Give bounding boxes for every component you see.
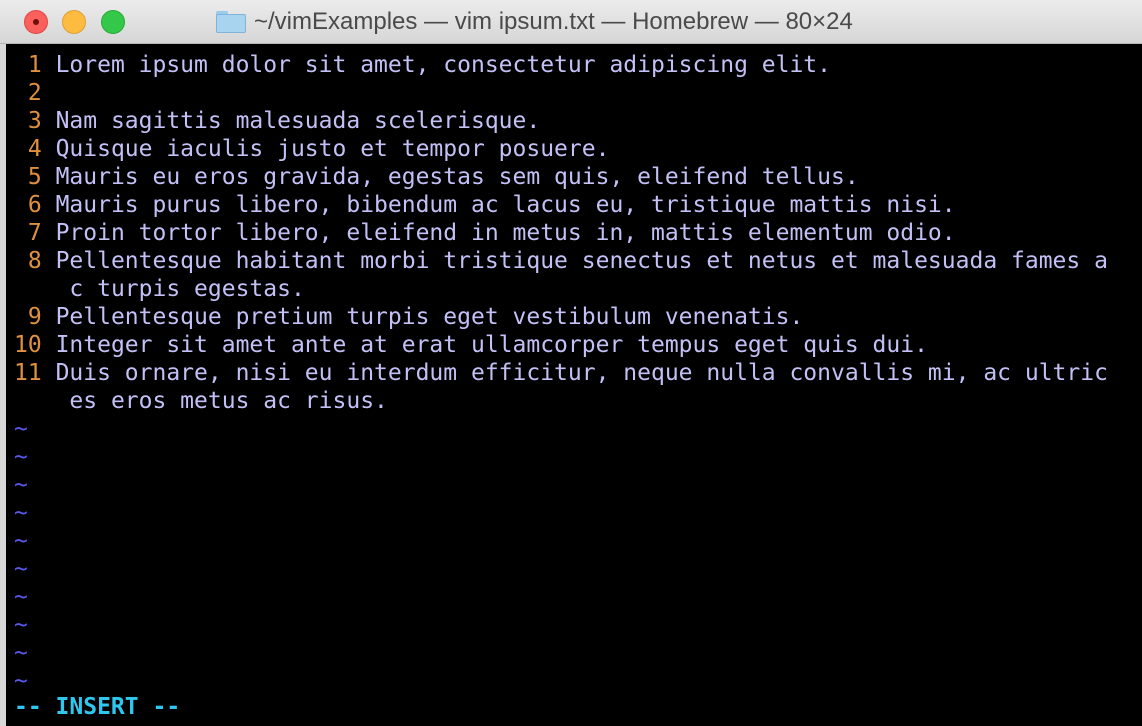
- tilde-marker: ~: [14, 584, 28, 610]
- editor-line[interactable]: 3 Nam sagittis malesuada scelerisque.: [14, 107, 1108, 135]
- line-text[interactable]: Duis ornare, nisi eu interdum efficitur,…: [56, 360, 1108, 386]
- empty-line-marker: ~: [14, 499, 1108, 527]
- tilde-marker: ~: [14, 444, 28, 470]
- terminal-view[interactable]: 1 Lorem ipsum dolor sit amet, consectetu…: [6, 44, 1142, 726]
- editor-line[interactable]: 6 Mauris purus libero, bibendum ac lacus…: [14, 191, 1108, 219]
- line-number: [14, 388, 56, 414]
- tilde-marker: ~: [14, 668, 28, 694]
- line-text[interactable]: Lorem ipsum dolor sit amet, consectetur …: [56, 52, 831, 78]
- line-number: 7: [14, 220, 42, 246]
- empty-line-marker: ~: [14, 639, 1108, 667]
- close-dot-icon: [33, 19, 39, 25]
- tilde-marker: ~: [14, 472, 28, 498]
- line-number: 4: [14, 136, 42, 162]
- editor-line[interactable]: 7 Proin tortor libero, eleifend in metus…: [14, 219, 1108, 247]
- line-number: 3: [14, 108, 42, 134]
- line-text[interactable]: Quisque iaculis justo et tempor posuere.: [56, 136, 610, 162]
- line-number: 6: [14, 192, 42, 218]
- tilde-marker: ~: [14, 528, 28, 554]
- editor-line[interactable]: 4 Quisque iaculis justo et tempor posuer…: [14, 135, 1108, 163]
- line-text[interactable]: Pellentesque pretium turpis eget vestibu…: [56, 304, 804, 330]
- line-text[interactable]: Proin tortor libero, eleifend in metus i…: [56, 220, 956, 246]
- tilde-marker: ~: [14, 556, 28, 582]
- line-text[interactable]: Pellentesque habitant morbi tristique se…: [56, 248, 1108, 274]
- line-text[interactable]: Mauris eu eros gravida, egestas sem quis…: [56, 164, 859, 190]
- empty-line-marker: ~: [14, 555, 1108, 583]
- editor-buffer[interactable]: 1 Lorem ipsum dolor sit amet, consectetu…: [14, 51, 1108, 695]
- tilde-marker: ~: [14, 612, 28, 638]
- line-text[interactable]: Mauris purus libero, bibendum ac lacus e…: [56, 192, 956, 218]
- folder-icon: [216, 11, 246, 33]
- close-button[interactable]: [24, 10, 48, 34]
- editor-line[interactable]: c turpis egestas.: [14, 275, 1108, 303]
- line-text[interactable]: Nam sagittis malesuada scelerisque.: [56, 108, 541, 134]
- editor-line[interactable]: 9 Pellentesque pretium turpis eget vesti…: [14, 303, 1108, 331]
- minimize-button[interactable]: [62, 10, 86, 34]
- tilde-marker: ~: [14, 500, 28, 526]
- editor-line[interactable]: 8 Pellentesque habitant morbi tristique …: [14, 247, 1108, 275]
- line-number: [14, 276, 56, 302]
- line-text[interactable]: c turpis egestas.: [69, 276, 304, 302]
- line-number: 11: [14, 360, 42, 386]
- editor-line[interactable]: 11 Duis ornare, nisi eu interdum efficit…: [14, 359, 1108, 387]
- zoom-button[interactable]: [101, 10, 125, 34]
- empty-line-marker: ~: [14, 527, 1108, 555]
- editor-line[interactable]: 5 Mauris eu eros gravida, egestas sem qu…: [14, 163, 1108, 191]
- line-number: 9: [14, 304, 42, 330]
- empty-line-marker: ~: [14, 443, 1108, 471]
- editor-line[interactable]: 1 Lorem ipsum dolor sit amet, consectetu…: [14, 51, 1108, 79]
- line-number: 2: [14, 80, 42, 106]
- line-text[interactable]: es eros metus ac risus.: [69, 388, 388, 414]
- empty-line-marker: ~: [14, 611, 1108, 639]
- line-number: 1: [14, 52, 42, 78]
- tilde-marker: ~: [14, 416, 28, 442]
- title-bar[interactable]: ~/vimExamples — vim ipsum.txt — Homebrew…: [0, 0, 1142, 44]
- empty-line-marker: ~: [14, 471, 1108, 499]
- window-title: ~/vimExamples — vim ipsum.txt — Homebrew…: [254, 8, 853, 35]
- editor-line[interactable]: 10 Integer sit amet ante at erat ullamco…: [14, 331, 1108, 359]
- empty-line-marker: ~: [14, 415, 1108, 443]
- line-number: 5: [14, 164, 42, 190]
- line-number: 10: [14, 332, 42, 358]
- editor-line[interactable]: 2: [14, 79, 1108, 107]
- editor-line[interactable]: es eros metus ac risus.: [14, 387, 1108, 415]
- empty-line-marker: ~: [14, 667, 1108, 695]
- mode-indicator: -- INSERT --: [14, 694, 181, 720]
- line-number: 8: [14, 248, 42, 274]
- terminal-window: ~/vimExamples — vim ipsum.txt — Homebrew…: [0, 0, 1142, 726]
- window-title-group: ~/vimExamples — vim ipsum.txt — Homebrew…: [216, 0, 853, 44]
- line-text[interactable]: Integer sit amet ante at erat ullamcorpe…: [56, 332, 928, 358]
- empty-line-marker: ~: [14, 583, 1108, 611]
- tilde-marker: ~: [14, 640, 28, 666]
